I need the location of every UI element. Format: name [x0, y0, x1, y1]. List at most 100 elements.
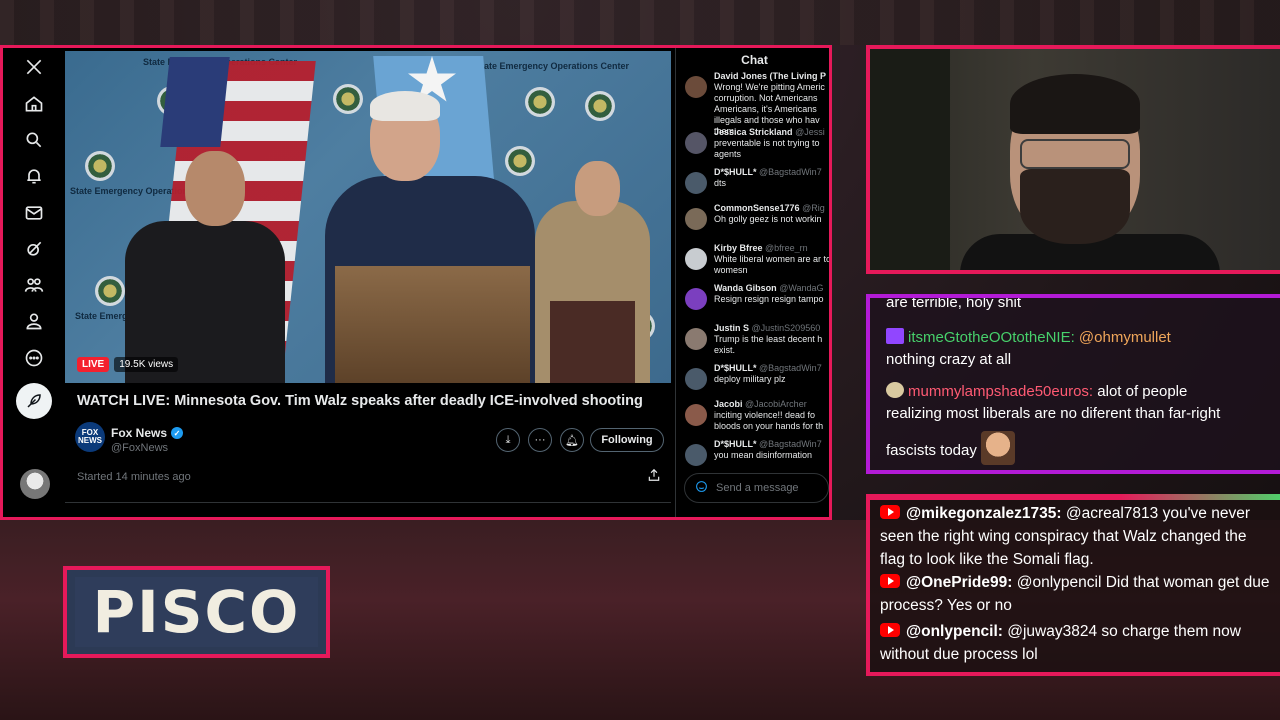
chat-message[interactable]: D*$HULL* @BagstadWin7 you mean disinforma…: [676, 438, 829, 468]
chat-username[interactable]: Jessica Strickland @Jessi: [714, 127, 829, 137]
prime-badge-icon: [886, 328, 904, 344]
chat-text: Oh golly geez is not workin: [714, 214, 822, 224]
chat-message[interactable]: Jessica Strickland @Jessi preventable is …: [676, 126, 829, 166]
seal-emblem: [505, 146, 535, 176]
chat-username[interactable]: D*$HULL* @BagstadWin7: [714, 363, 829, 373]
chat-mention: @ohmymullet: [1078, 329, 1171, 346]
yt-chat-message: @OnePride99: @onlypencil Did that woman …: [880, 571, 1275, 617]
chat-message-list[interactable]: David Jones (The Living P Wrong! We're p…: [676, 70, 829, 468]
chat-username[interactable]: Jacobi @JacobiArcher: [714, 399, 829, 409]
chat-avatar[interactable]: [685, 132, 707, 154]
yt-chat-message: @onlypencil: @juway3824 so charge them n…: [880, 620, 1275, 666]
chat-avatar[interactable]: [685, 404, 707, 426]
view-count: 19.5K views: [114, 357, 179, 372]
chat-avatar[interactable]: [685, 288, 707, 310]
seal-emblem: [85, 151, 115, 181]
communities-icon[interactable]: [21, 272, 47, 298]
chat-avatar[interactable]: [685, 76, 707, 98]
youtube-icon: [880, 574, 900, 588]
chat-avatar[interactable]: [685, 444, 707, 466]
minimize-icon[interactable]: ⤓: [496, 428, 520, 452]
live-video-player[interactable]: State Emergency Operations Center State …: [65, 51, 671, 383]
chat-message[interactable]: Wanda Gibson @WandaG Resign resign resign…: [676, 282, 829, 322]
home-icon[interactable]: [21, 91, 47, 117]
us-flag-canton: [160, 57, 230, 147]
chat-message[interactable]: Justin S @JustinS209560 Trump is the leas…: [676, 322, 829, 362]
post-title: WATCH LIVE: Minnesota Gov. Tim Walz spea…: [77, 393, 643, 409]
chat-avatar[interactable]: [685, 248, 707, 270]
x-logo-icon[interactable]: [21, 54, 47, 80]
chat-avatar[interactable]: [685, 328, 707, 350]
chat-display-name: Justin S: [714, 323, 750, 333]
chat-username: @mikegonzalez1735:: [906, 505, 1062, 522]
chat-username[interactable]: Kirby Bfree @bfree_rn: [714, 243, 829, 253]
chat-text: deploy military plz: [714, 374, 786, 384]
author-handle[interactable]: @FoxNews: [111, 442, 168, 454]
mail-icon[interactable]: [21, 200, 47, 226]
account-avatar[interactable]: [20, 469, 50, 499]
chat-title: Chat: [741, 53, 768, 67]
notify-bell-icon[interactable]: 🔔︎: [560, 428, 584, 452]
channel-logo: PISCO: [63, 566, 330, 658]
logo-text: PISCO: [75, 577, 318, 647]
chat-username[interactable]: CommonSense1776 @Rig: [714, 203, 829, 213]
chat-text: inciting violence!! dead fo bloods on yo…: [714, 410, 824, 431]
backdrop-text: State Emergency Operations Center: [475, 61, 630, 71]
chat-username: itsmeGtotheOOtotheNIE:: [908, 329, 1075, 346]
chat-display-name: Wanda Gibson: [714, 283, 777, 293]
emoji-icon[interactable]: [695, 480, 708, 496]
podium: [335, 266, 530, 383]
chat-username: @OnePride99:: [906, 574, 1013, 591]
chat-avatar[interactable]: [685, 172, 707, 194]
chat-text-line: fascists today: [886, 431, 1276, 465]
avatar-badge-icon: [886, 382, 904, 398]
chat-message[interactable]: Kirby Bfree @bfree_rn White liberal women…: [676, 242, 829, 282]
chat-message[interactable]: D*$HULL* @BagstadWin7 deploy military plz: [676, 362, 829, 398]
grok-icon[interactable]: [21, 236, 47, 262]
verified-badge-icon: ✓: [171, 427, 184, 439]
seal-emblem: [333, 84, 363, 114]
chat-username[interactable]: Wanda Gibson @WandaG: [714, 283, 829, 293]
chat-line-partial: are terrible, holy shit: [886, 294, 1022, 311]
bell-icon[interactable]: [21, 163, 47, 189]
chat-username[interactable]: David Jones (The Living P: [714, 71, 829, 81]
seal-emblem: [525, 87, 555, 117]
chat-username[interactable]: D*$HULL* @BagstadWin7: [714, 439, 829, 449]
streamer-glasses: [1020, 139, 1130, 169]
chat-message[interactable]: D*$HULL* @BagstadWin7 dts: [676, 166, 829, 202]
chat-text: fascists today: [886, 442, 977, 459]
chat-message[interactable]: David Jones (The Living P Wrong! We're p…: [676, 70, 829, 136]
speaker-hair: [370, 91, 440, 121]
chat-text: dts: [714, 178, 727, 188]
chat-message[interactable]: Jacobi @JacobiArcher inciting violence!! …: [676, 398, 829, 438]
chat-avatar[interactable]: [685, 208, 707, 230]
chat-handle: @BagstadWin7: [759, 439, 822, 449]
post-compose-button[interactable]: [16, 383, 52, 419]
yt-chat-message: @mikegonzalez1735: @acreal7813 you've ne…: [880, 502, 1275, 571]
share-icon[interactable]: [647, 468, 663, 484]
chat-message[interactable]: CommonSense1776 @Rig Oh golly geez is not…: [676, 202, 829, 242]
chat-username[interactable]: Justin S @JustinS209560: [714, 323, 829, 333]
chat-text: realizing most liberals are no diferent …: [886, 405, 1221, 422]
chat-message: mummylampshade50euros: alot of people: [886, 381, 1276, 403]
chat-username[interactable]: D*$HULL* @BagstadWin7: [714, 167, 829, 177]
more-icon[interactable]: [21, 345, 47, 371]
chat-username: @onlypencil:: [906, 623, 1003, 640]
profile-icon[interactable]: [21, 308, 47, 334]
chat-display-name: Jacobi: [714, 399, 743, 409]
chat-avatar[interactable]: [685, 368, 707, 390]
send-message-input[interactable]: Send a message: [684, 473, 829, 503]
twitch-chat-overlay: are terrible, holy shit itsmeGtotheOOtot…: [866, 294, 1280, 474]
emote-icon: [981, 431, 1016, 465]
author-avatar[interactable]: FOX NEWS: [75, 422, 105, 452]
webcam-shelf: [870, 49, 950, 270]
streamer-beard: [1020, 169, 1130, 244]
more-options-icon[interactable]: ···: [528, 428, 552, 452]
chat-display-name: Kirby Bfree: [714, 243, 763, 253]
author-name[interactable]: Fox News: [111, 426, 167, 440]
author-name-row[interactable]: Fox News ✓: [111, 426, 184, 440]
youtube-chat-overlay: @mikegonzalez1735: @acreal7813 you've ne…: [866, 494, 1280, 676]
send-message-placeholder: Send a message: [716, 482, 799, 494]
following-button[interactable]: Following: [590, 428, 664, 452]
search-icon[interactable]: [21, 127, 47, 153]
